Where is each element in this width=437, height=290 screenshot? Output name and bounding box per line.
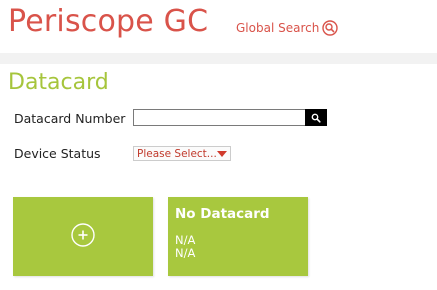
global-search-label: Global Search: [236, 21, 320, 35]
device-status-selected: Please Select...: [137, 147, 217, 160]
app-title: Periscope GC: [8, 4, 209, 39]
global-search-link[interactable]: Global Search: [236, 20, 339, 36]
add-datacard-tile[interactable]: [13, 197, 153, 276]
page: Periscope GC Global Search Datacard Data…: [0, 0, 437, 290]
caret-down-icon: [216, 150, 227, 157]
search-circle-icon: [322, 20, 339, 36]
datacard-info-line-2: N/A: [175, 246, 196, 260]
plus-circle-icon: [70, 222, 96, 252]
device-status-select[interactable]: Please Select...: [133, 146, 231, 161]
datacard-number-input[interactable]: [133, 109, 305, 126]
datacard-search-button[interactable]: [305, 109, 327, 126]
search-icon: [311, 108, 321, 127]
header-divider-bar: [0, 53, 437, 64]
datacard-info-title: No Datacard: [175, 206, 270, 222]
datacard-number-label: Datacard Number: [14, 111, 126, 126]
datacard-info-tile[interactable]: No Datacard N/A N/A: [168, 197, 308, 276]
section-title: Datacard: [8, 70, 109, 95]
device-status-label: Device Status: [14, 146, 101, 161]
